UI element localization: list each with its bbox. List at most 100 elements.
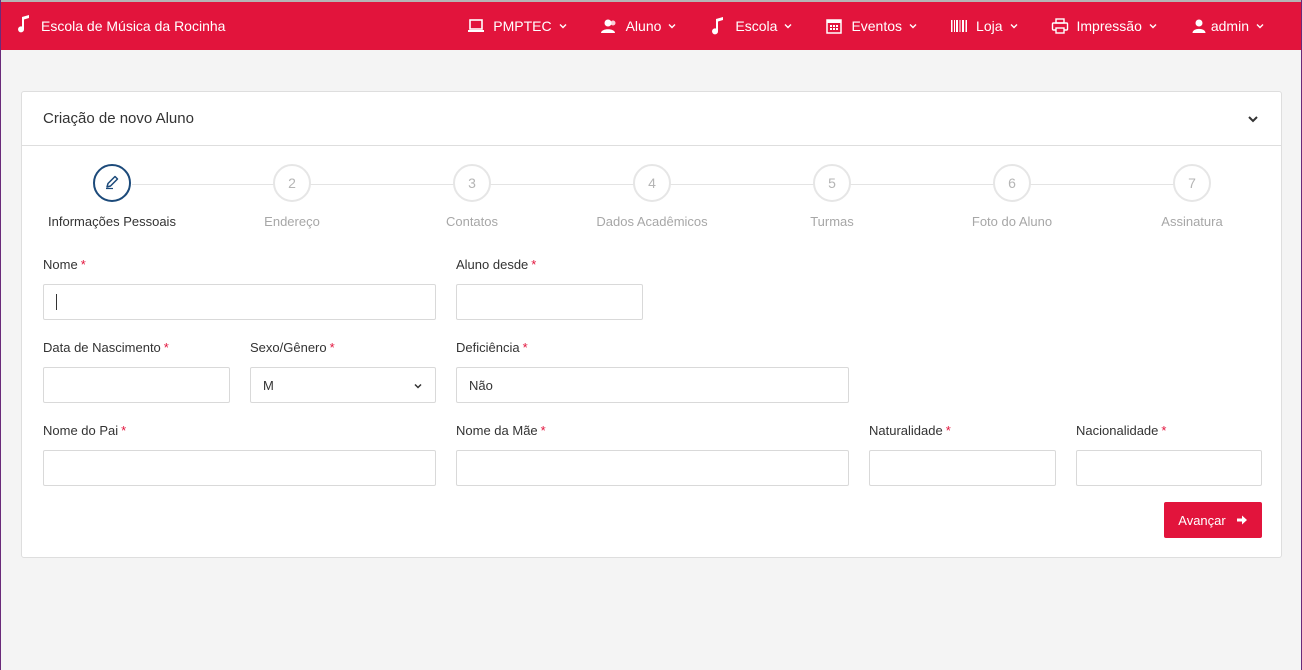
nav-item-eventos[interactable]: Eventos: [825, 17, 918, 35]
required-mark: *: [945, 423, 951, 438]
text-caret: [56, 294, 57, 310]
printer-icon: [1051, 17, 1069, 35]
nav-item-aluno[interactable]: Aluno: [600, 17, 678, 35]
field-label-text: Sexo/Gênero: [250, 340, 327, 355]
data-nascimento-field-group: Data de Nascimento *: [43, 340, 230, 403]
field-label-text: Nome do Pai: [43, 423, 119, 438]
deficiencia-input[interactable]: Não: [456, 367, 849, 403]
step-label: Endereço: [264, 214, 320, 229]
calendar-icon: [825, 17, 843, 35]
field-label-text: Deficiência: [456, 340, 520, 355]
step-dados-academicos[interactable]: 4 Dados Acadêmicos: [562, 164, 742, 229]
step-circle: 7: [1173, 164, 1211, 202]
required-mark: *: [522, 340, 528, 355]
barcode-icon: [950, 17, 968, 35]
naturalidade-field-group: Naturalidade *: [869, 423, 1056, 486]
step-foto-do-aluno[interactable]: 6 Foto do Aluno: [922, 164, 1102, 229]
step-circle: 5: [813, 164, 851, 202]
sexo-field-group: Sexo/Gênero * M: [250, 340, 436, 403]
nacionalidade-label: Nacionalidade *: [1076, 423, 1262, 439]
step-circle: [93, 164, 131, 202]
nome-input[interactable]: [43, 284, 436, 320]
nome-mae-label: Nome da Mãe *: [456, 423, 849, 439]
chevron-down-icon: [908, 21, 918, 31]
card-title: Criação de novo Aluno: [43, 110, 194, 127]
chevron-down-icon[interactable]: [1245, 111, 1261, 127]
nav-item-label: Escola: [735, 18, 778, 34]
step-label: Turmas: [810, 214, 854, 229]
nome-field-group: Nome *: [43, 257, 436, 320]
nav-item-escola[interactable]: Escola: [709, 17, 793, 35]
aluno-desde-label: Aluno desde *: [456, 257, 643, 273]
student-form-card: Criação de novo Aluno Informações Pessoa…: [21, 91, 1282, 558]
aluno-desde-field-group: Aluno desde *: [456, 257, 643, 320]
required-mark: *: [163, 340, 169, 355]
step-label: Dados Acadêmicos: [596, 214, 708, 229]
chevron-down-icon: [783, 21, 793, 31]
chevron-down-icon: [1255, 21, 1265, 31]
step-label: Assinatura: [1161, 214, 1223, 229]
nome-pai-field-group: Nome do Pai *: [43, 423, 436, 486]
nome-pai-label: Nome do Pai *: [43, 423, 436, 439]
sexo-select[interactable]: M: [250, 367, 436, 403]
required-mark: *: [1161, 423, 1167, 438]
step-circle: 2: [273, 164, 311, 202]
step-circle: 3: [453, 164, 491, 202]
nav-item-loja[interactable]: Loja: [950, 17, 1018, 35]
button-label: Avançar: [1178, 512, 1226, 528]
nav-item-admin[interactable]: admin: [1190, 17, 1265, 35]
avancar-button[interactable]: Avançar: [1164, 502, 1262, 538]
nav-item-label: PMPTEC: [493, 18, 552, 34]
nav-menu: PMPTEC Aluno Escola Eventos Loja Impress…: [467, 2, 1265, 50]
nav-item-label: Eventos: [851, 18, 903, 34]
brand[interactable]: Escola de Música da Rocinha: [17, 2, 225, 50]
field-label-text: Nome: [43, 257, 78, 272]
required-mark: *: [531, 257, 537, 272]
users-icon: [600, 17, 618, 35]
step-informacoes-pessoais[interactable]: Informações Pessoais: [22, 164, 202, 229]
pencil-icon: [104, 174, 120, 193]
step-assinatura[interactable]: 7 Assinatura: [1102, 164, 1282, 229]
nav-item-label: Impressão: [1076, 18, 1142, 34]
data-nascimento-input[interactable]: [43, 367, 230, 403]
laptop-icon: [467, 17, 485, 35]
nav-item-label: Aluno: [625, 18, 662, 34]
nome-mae-field-group: Nome da Mãe *: [456, 423, 849, 486]
required-mark: *: [329, 340, 335, 355]
step-label: Foto do Aluno: [971, 214, 1053, 229]
required-mark: *: [540, 423, 546, 438]
select-value: M: [263, 377, 274, 393]
step-endereco[interactable]: 2 Endereço: [202, 164, 382, 229]
chevron-down-icon: [1148, 21, 1158, 31]
step-circle: 4: [633, 164, 671, 202]
nav-item-pmptec[interactable]: PMPTEC: [467, 17, 567, 35]
brand-name: Escola de Música da Rocinha: [41, 18, 226, 34]
navbar: Escola de Música da Rocinha PMPTEC Aluno…: [1, 2, 1301, 50]
deficiencia-field-group: Deficiência * Não: [456, 340, 849, 403]
chevron-down-icon: [558, 21, 568, 31]
field-label-text: Naturalidade: [869, 423, 943, 438]
aluno-desde-input[interactable]: [456, 284, 643, 320]
step-circle: 6: [993, 164, 1031, 202]
deficiencia-label: Deficiência *: [456, 340, 849, 356]
field-label-text: Nome da Mãe: [456, 423, 538, 438]
nome-pai-input[interactable]: [43, 450, 436, 486]
nacionalidade-field-group: Nacionalidade *: [1076, 423, 1262, 486]
sexo-label: Sexo/Gênero *: [250, 340, 436, 356]
music-note-icon: [709, 17, 727, 35]
field-label-text: Data de Nascimento: [43, 340, 161, 355]
step-turmas[interactable]: 5 Turmas: [742, 164, 922, 229]
input-value: Não: [469, 377, 493, 393]
step-contatos[interactable]: 3 Contatos: [382, 164, 562, 229]
field-label-text: Nacionalidade: [1076, 423, 1159, 438]
naturalidade-input[interactable]: [869, 450, 1056, 486]
arrow-right-icon: [1236, 514, 1248, 526]
chevron-down-icon: [667, 21, 677, 31]
nacionalidade-input[interactable]: [1076, 450, 1262, 486]
nome-mae-input[interactable]: [456, 450, 849, 486]
stepper: Informações Pessoais 2 Endereço 3 Contat…: [22, 164, 1283, 234]
data-nascimento-label: Data de Nascimento *: [43, 340, 230, 356]
nav-item-label: admin: [1210, 18, 1249, 34]
user-icon: [1190, 17, 1208, 35]
nav-item-impressao[interactable]: Impressão: [1051, 17, 1158, 35]
